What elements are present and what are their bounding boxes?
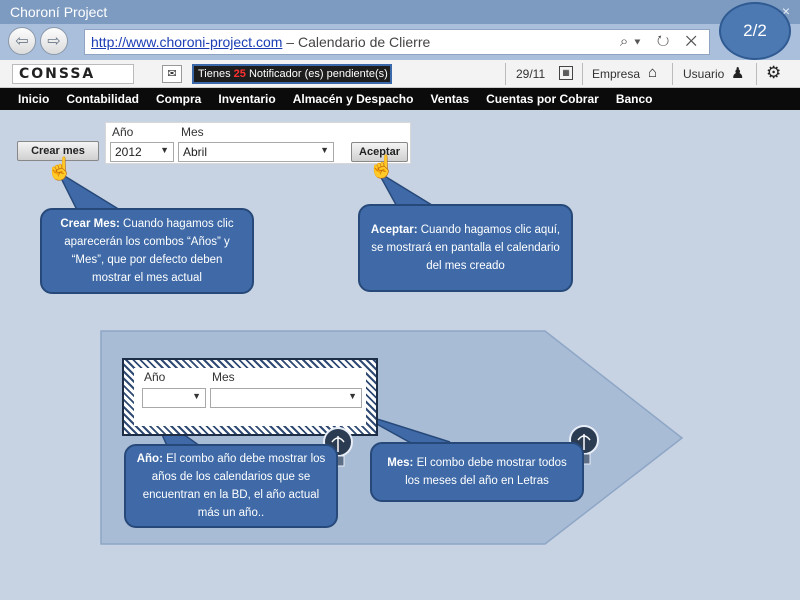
- address-bar[interactable]: http://www.choroni-project.com – Calenda…: [84, 29, 710, 55]
- usuario-label[interactable]: Usuario: [683, 67, 724, 81]
- toolbar-divider: [672, 63, 673, 85]
- menu-item-almacen-despacho[interactable]: Almacén y Despacho: [293, 92, 414, 106]
- callout-tails-lower: [150, 409, 451, 449]
- window-titlebar: Choroní Project ×: [0, 0, 800, 24]
- menu-item-cuentas-por-cobrar[interactable]: Cuentas por Cobrar: [486, 92, 599, 106]
- chat-icon[interactable]: ✉: [162, 65, 182, 83]
- callout-mes-body: El combo debe mostrar todos los meses de…: [405, 457, 567, 487]
- back-button[interactable]: ⇦: [8, 27, 36, 55]
- menu-item-contabilidad[interactable]: Contabilidad: [66, 92, 139, 106]
- gear-icon[interactable]: ⚙: [766, 63, 781, 83]
- detail-mes-select[interactable]: ▼: [210, 388, 362, 408]
- app-toolbar: CONSSA ✉ Tienes 25 Notificador (es) pend…: [0, 60, 800, 88]
- user-icon[interactable]: ♟: [731, 64, 744, 82]
- menu-item-inventario[interactable]: Inventario: [218, 92, 275, 106]
- callout-anio-body: El combo año debe mostrar los años de lo…: [142, 453, 326, 519]
- detail-anio-label: Año: [144, 370, 166, 384]
- addressbar-row: ⇦ ⇨ http://www.choroni-project.com – Cal…: [0, 24, 800, 60]
- home-icon[interactable]: ⌂: [648, 64, 657, 81]
- menu-item-inicio[interactable]: Inicio: [18, 92, 49, 106]
- toolbar-date: 29/11: [516, 67, 546, 81]
- detail-anio-select[interactable]: ▼: [142, 388, 206, 408]
- callout-anio-title: Año:: [136, 453, 163, 465]
- empresa-label[interactable]: Empresa: [592, 67, 640, 81]
- toolbar-divider: [756, 63, 757, 85]
- main-menu: Inicio Contabilidad Compra Inventario Al…: [0, 88, 800, 110]
- notification-suffix: Notificador (es) pendiente(s): [248, 68, 388, 80]
- address-url[interactable]: http://www.choroni-project.com: [91, 34, 282, 50]
- address-separator: –: [282, 34, 298, 50]
- chevron-down-icon: ▼: [192, 391, 201, 401]
- back-arrow-icon: ⇦: [15, 33, 29, 50]
- toolbar-divider: [582, 63, 583, 85]
- callout-anio: Año: El combo año debe mostrar los años …: [124, 444, 338, 528]
- consa-logo: CONSSA: [12, 64, 134, 84]
- callout-mes: Mes: El combo debe mostrar todos los mes…: [370, 442, 584, 502]
- chevron-down-icon: ▼: [348, 391, 357, 401]
- toolbar-divider: [505, 63, 506, 85]
- callout-mes-text: Mes: El combo debe mostrar todos los mes…: [382, 454, 572, 490]
- menu-item-compra[interactable]: Compra: [156, 92, 201, 106]
- content-area: Crear mes Año Mes 2012 ▼ Abril ▼ Aceptar…: [0, 110, 800, 600]
- combo-preview-frame: Año Mes ▼ ▼: [122, 358, 378, 436]
- calendar-icon[interactable]: ▦: [559, 66, 573, 80]
- address-tools-icons[interactable]: ⌕▾ ↻ ✕: [620, 33, 703, 50]
- forward-arrow-icon: ⇨: [47, 33, 61, 50]
- notification-prefix: Tienes: [198, 68, 231, 80]
- notification-box[interactable]: Tienes 25 Notificador (es) pendiente(s): [192, 64, 392, 84]
- menu-item-banco[interactable]: Banco: [616, 92, 653, 106]
- window-title: Choroní Project: [10, 4, 108, 20]
- address-page-title: Calendario de Clierre: [297, 34, 431, 50]
- callout-anio-text: Año: El combo año debe mostrar los años …: [136, 450, 326, 522]
- combo-preview-panel: Año Mes ▼ ▼: [134, 368, 366, 426]
- menu-item-ventas[interactable]: Ventas: [430, 92, 469, 106]
- page-counter-badge: 2/2: [719, 2, 791, 60]
- forward-button[interactable]: ⇨: [40, 27, 68, 55]
- detail-mes-label: Mes: [212, 370, 235, 384]
- callout-mes-title: Mes:: [387, 457, 414, 469]
- notification-count: 25: [233, 68, 246, 80]
